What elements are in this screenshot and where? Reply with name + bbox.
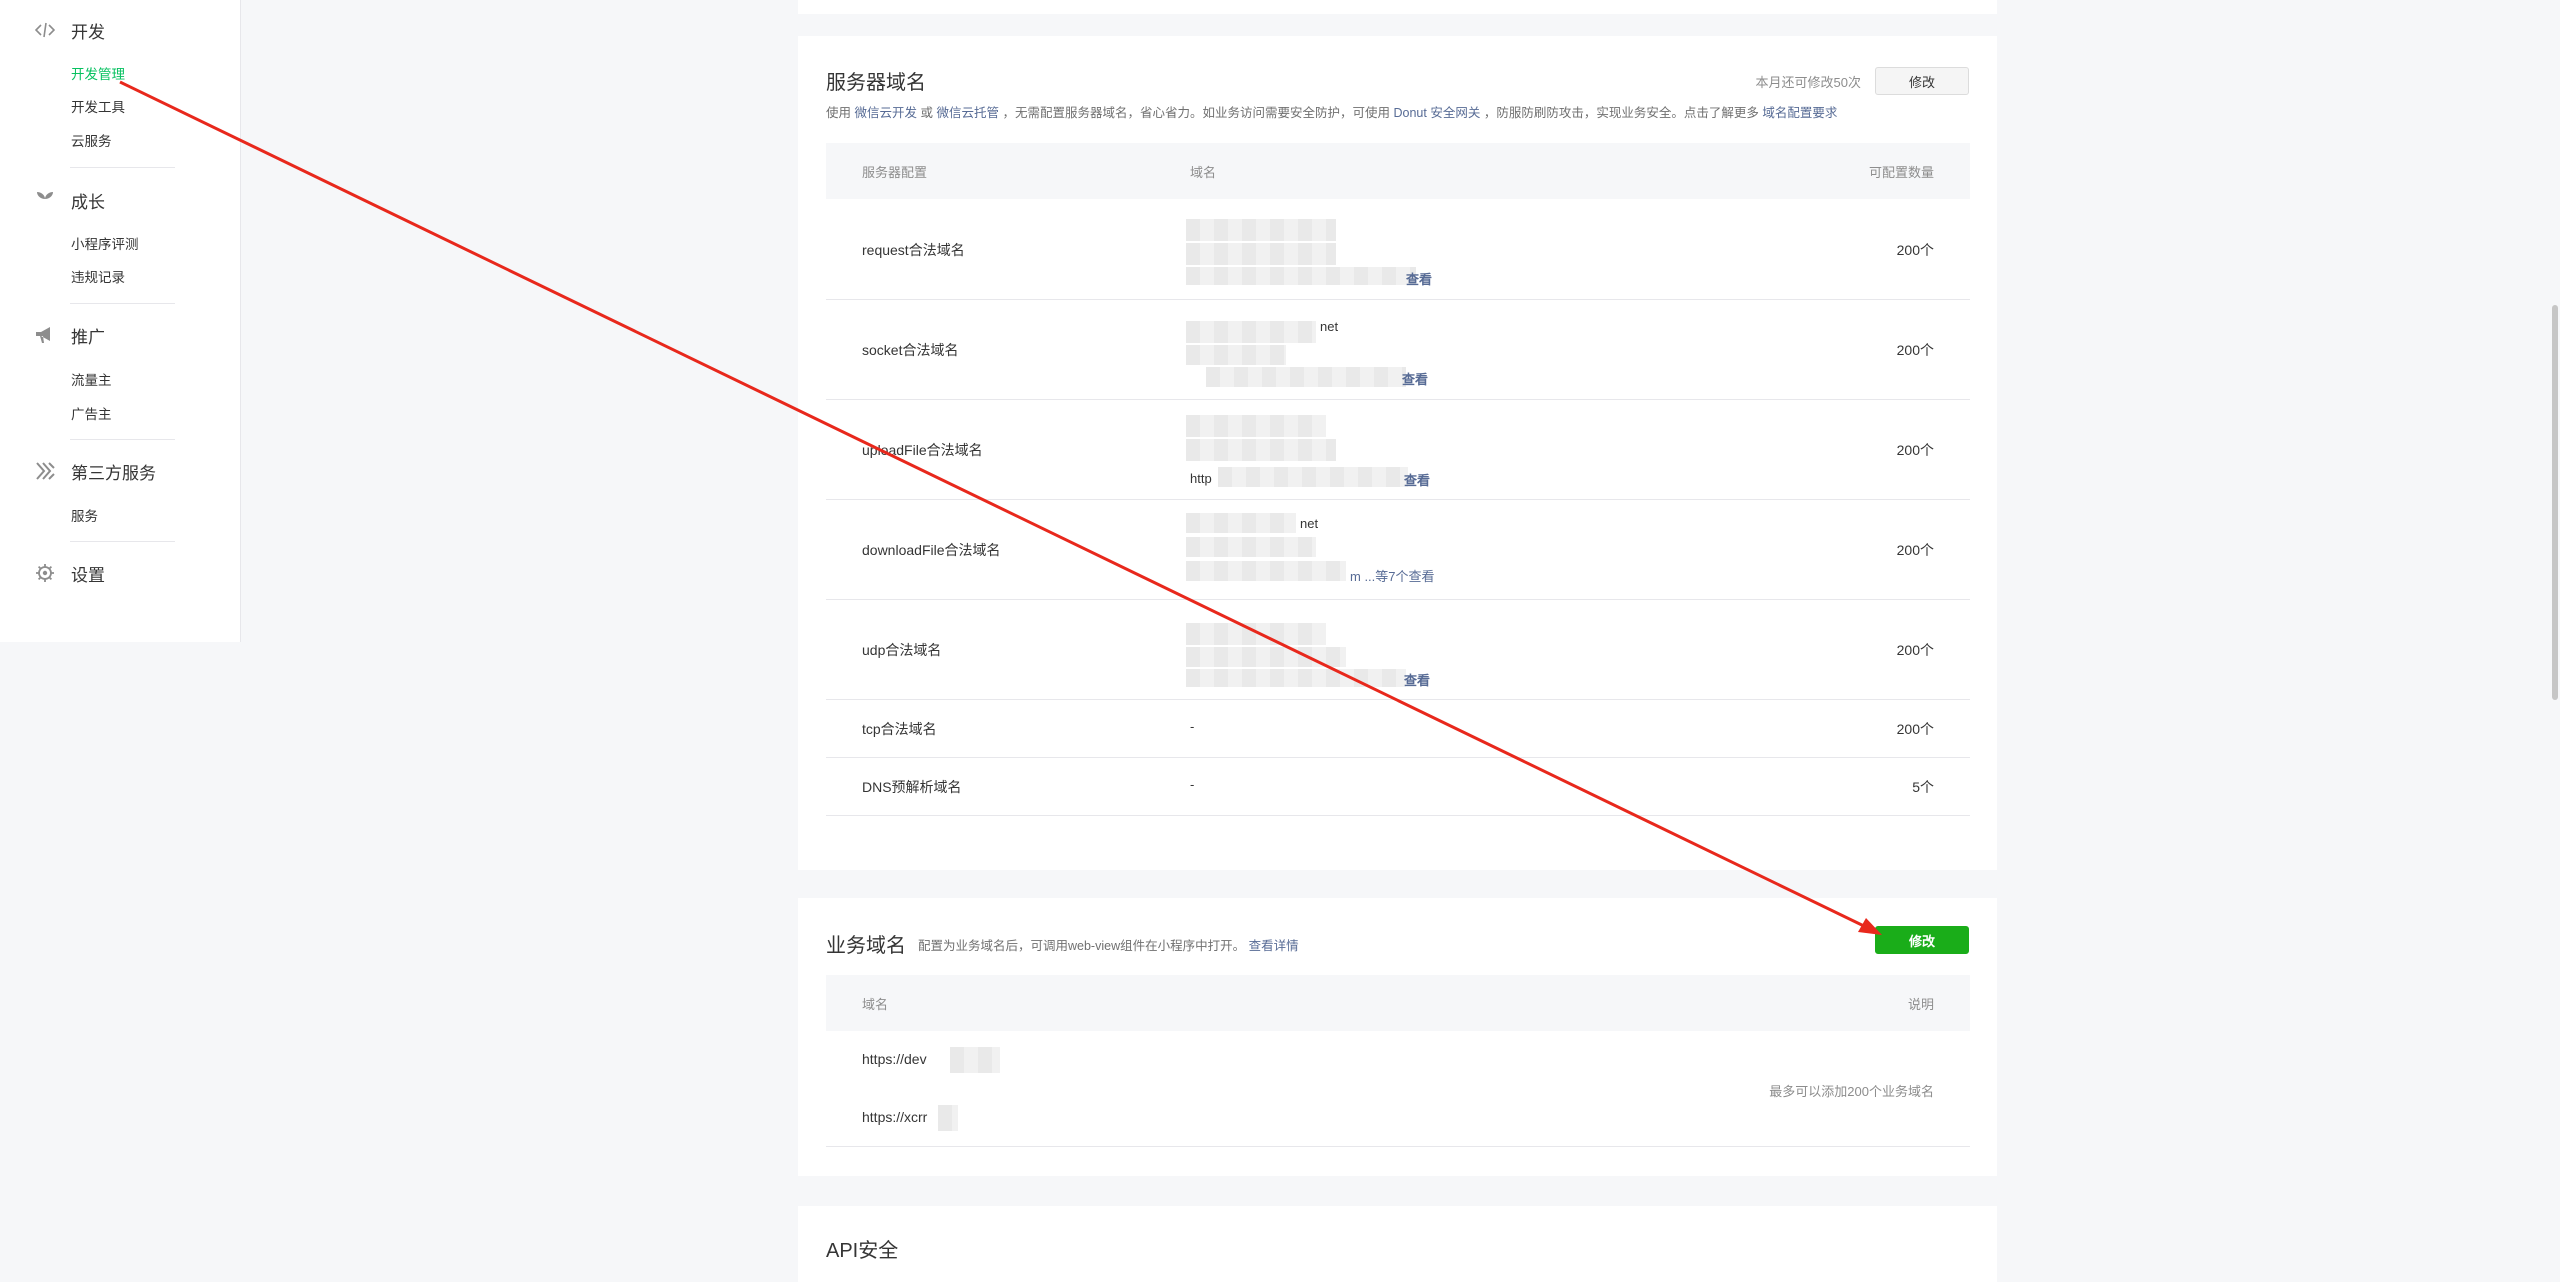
page-scrollbar[interactable] bbox=[2548, 0, 2560, 1282]
scrollbar-thumb[interactable] bbox=[2552, 305, 2558, 700]
annotation-arrow bbox=[119, 80, 1882, 935]
